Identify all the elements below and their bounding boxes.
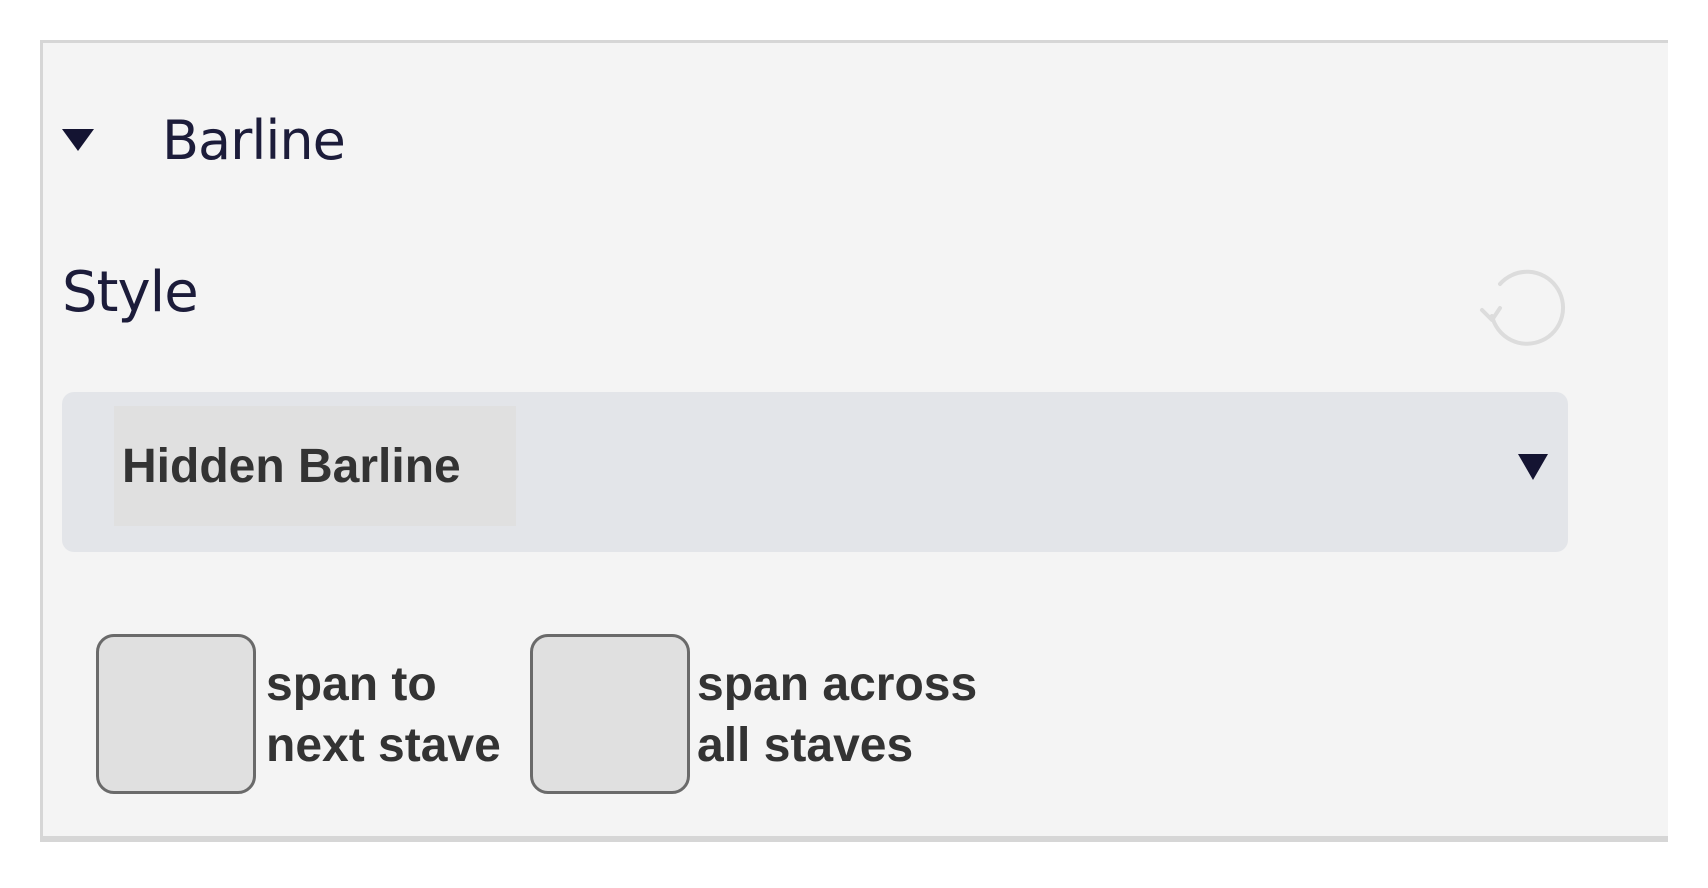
span-across-all-staves-label-line1: span across	[697, 658, 978, 711]
style-dropdown[interactable]: Hidden Barline	[62, 392, 1568, 552]
span-to-next-stave-label-line1: span to	[266, 658, 437, 711]
span-across-all-staves-label[interactable]: span across all staves	[697, 654, 977, 776]
span-to-next-stave-label-line2: next stave	[266, 719, 501, 772]
barline-section-header[interactable]: Barline	[62, 100, 346, 180]
span-to-next-stave-checkbox[interactable]	[96, 634, 256, 794]
span-across-all-staves-checkbox[interactable]	[530, 634, 690, 794]
reset-icon[interactable]	[1470, 258, 1566, 354]
chevron-down-icon	[1518, 454, 1548, 480]
style-dropdown-value: Hidden Barline	[114, 406, 516, 526]
collapse-triangle-icon[interactable]	[62, 129, 94, 151]
style-label: Style	[62, 260, 199, 325]
section-title: Barline	[162, 108, 346, 172]
span-across-all-staves-label-line2: all staves	[697, 719, 914, 772]
span-to-next-stave-label[interactable]: span to next stave	[266, 654, 501, 776]
